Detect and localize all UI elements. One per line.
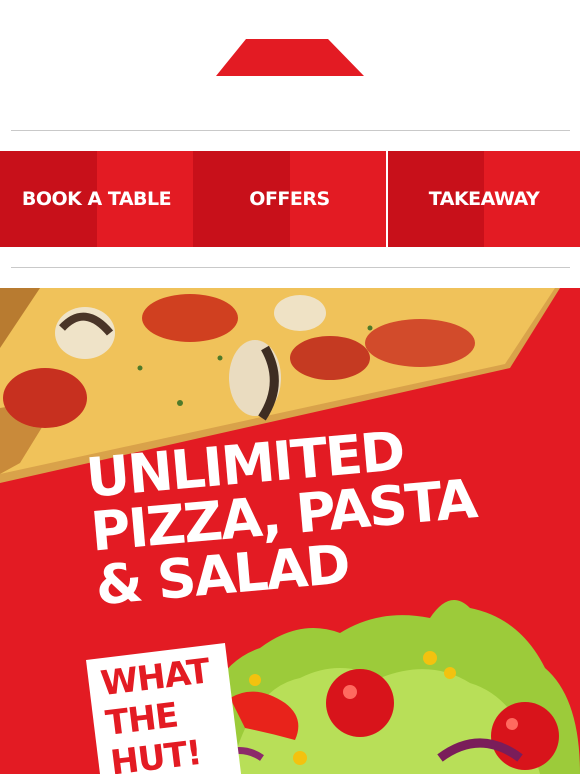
pizza-hut-roof-icon[interactable] [216,39,364,76]
nav-label-takeaway: TAKEAWAY [428,188,540,210]
nav-takeaway[interactable]: TAKEAWAY [388,151,580,247]
nav-book-a-table[interactable]: BOOK A TABLE [0,151,193,247]
nav-label-book-a-table: BOOK A TABLE [21,188,172,210]
nav-offers[interactable]: OFFERS [193,151,386,247]
top-divider [11,130,570,131]
header [0,0,580,130]
salad-image [190,600,580,774]
main-nav: BOOK A TABLE OFFERS TAKEAWAY [0,151,580,247]
bottom-divider [11,267,570,268]
nav-label-offers: OFFERS [249,188,330,210]
what-the-hut-badge: WHAT THE HUT! [86,642,243,774]
